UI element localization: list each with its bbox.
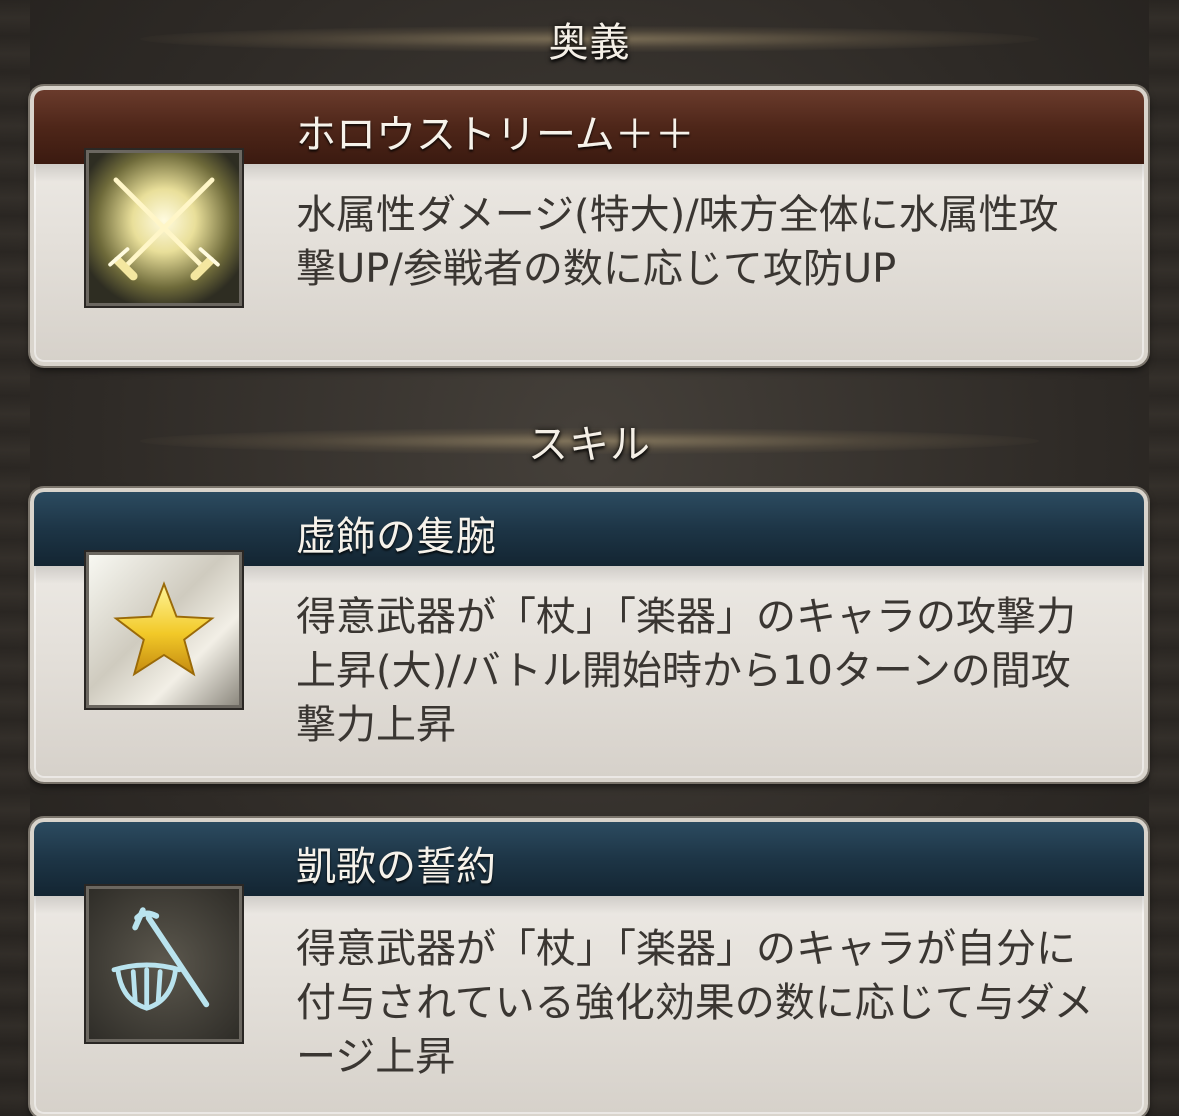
- section-header-skill: スキル: [0, 406, 1179, 476]
- ougi-name: ホロウストリーム＋＋: [296, 112, 695, 158]
- skill-card-2[interactable]: 凱歌の誓約 得意武器が「杖」「楽器」のキャラが自分に付与されている強化効果の数に…: [30, 818, 1148, 1116]
- right-border-ornament: [1149, 0, 1179, 1116]
- skill-description-2: 得意武器が「杖」「楽器」のキャラが自分に付与されている強化効果の数に応じて与ダメ…: [296, 926, 1094, 1080]
- skill-name-2: 凱歌の誓約: [296, 844, 496, 890]
- gold-star-icon: [86, 552, 242, 708]
- ougi-card[interactable]: ホロウストリーム＋＋ 水属性ダメージ(特大)/味方全体に水属性攻撃UP/参戦者の…: [30, 86, 1148, 366]
- section-title-skill: スキル: [528, 422, 651, 468]
- section-title-ougi: 奥義: [548, 20, 631, 66]
- ougi-description: 水属性ダメージ(特大)/味方全体に水属性攻撃UP/参戦者の数に応じて攻防UP: [296, 192, 1059, 292]
- left-border-ornament: [0, 0, 30, 1116]
- skill-name-1: 虚飾の隻腕: [296, 514, 496, 560]
- skill-description-1: 得意武器が「杖」「楽器」のキャラの攻撃力上昇(大)/バトル開始時から10ターンの…: [296, 594, 1076, 748]
- section-header-ougi: 奥義: [0, 4, 1179, 74]
- staff-and-harp-icon: [86, 886, 242, 1042]
- card-title-band: [34, 822, 1144, 914]
- skill-card-1[interactable]: 虚飾の隻腕 得意武器が「杖」「楽器」のキャラの攻撃力上昇(大)/バトル開始時から…: [30, 488, 1148, 782]
- crossed-swords-icon: [86, 150, 242, 306]
